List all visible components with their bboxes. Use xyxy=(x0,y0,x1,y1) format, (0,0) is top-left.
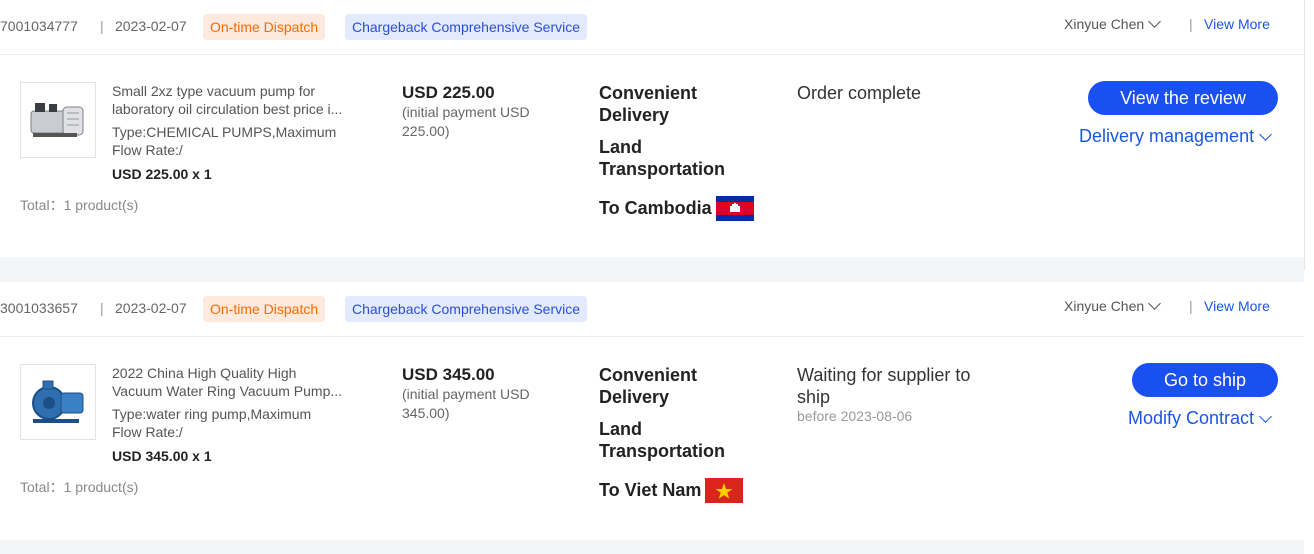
shipping-method: Convenient Delivery xyxy=(599,83,698,125)
header-separator: | xyxy=(100,300,104,316)
product-name-link[interactable]: 2022 China High Quality High Vacuum Wate… xyxy=(112,364,380,400)
owner-name: Xinyue Chen xyxy=(1064,298,1145,314)
delivery-management-dropdown[interactable]: Delivery management xyxy=(1079,126,1272,147)
modify-contract-label: Modify Contract xyxy=(1128,408,1255,428)
destination-label: To Cambodia xyxy=(599,198,712,218)
product-name-line: Vacuum Water Ring Vacuum Pump... xyxy=(112,383,343,399)
order-card: 3001033657 | 2023-02-07 On-time Dispatch… xyxy=(0,282,1304,540)
total-products: Total：1 product(s) xyxy=(20,197,139,213)
destination: To Cambodia xyxy=(599,196,754,221)
initial-payment: (initial payment USD 345.00) xyxy=(402,386,530,421)
shipping-transport: Land Transportation xyxy=(599,419,726,461)
order-number: 3001033657 xyxy=(0,300,78,316)
header-separator: | xyxy=(1189,298,1193,314)
on-time-dispatch-badge: On-time Dispatch xyxy=(203,296,326,322)
header-separator: | xyxy=(100,18,104,34)
chevron-down-icon xyxy=(1148,297,1162,310)
product-type-line: Type:water ring pump,Maximum xyxy=(112,406,312,422)
product-name-link[interactable]: Small 2xz type vacuum pump for laborator… xyxy=(112,82,380,118)
order-number: 7001034777 xyxy=(0,18,78,34)
order-header: 3001033657 | 2023-02-07 On-time Dispatch… xyxy=(0,282,1304,337)
total-products: Total：1 product(s) xyxy=(20,479,139,495)
view-more-link[interactable]: View More xyxy=(1204,16,1270,32)
order-status: Waiting for supplier to ship xyxy=(797,365,971,407)
product-type-line: Flow Rate:/ xyxy=(112,142,183,158)
shipping-transport: Land Transportation xyxy=(599,137,726,179)
product-name-line: Small 2xz type vacuum pump for xyxy=(112,83,316,99)
chevron-down-icon xyxy=(1259,409,1272,423)
chargeback-service-badge: Chargeback Comprehensive Service xyxy=(345,296,587,322)
header-separator: | xyxy=(1189,16,1193,32)
vacuum-pump-icon xyxy=(30,103,84,137)
owner-dropdown[interactable]: Xinyue Chen xyxy=(1064,297,1162,314)
product-type: Type:water ring pump,Maximum Flow Rate:/ xyxy=(112,405,380,441)
chevron-down-icon xyxy=(1259,127,1272,141)
chevron-down-icon xyxy=(1148,15,1162,28)
cambodia-flag-icon xyxy=(715,196,754,221)
order-price: USD 345.00 xyxy=(402,365,495,384)
owner-dropdown[interactable]: Xinyue Chen xyxy=(1064,15,1162,32)
modify-contract-dropdown[interactable]: Modify Contract xyxy=(1128,408,1272,429)
shipping-method: Convenient Delivery xyxy=(599,365,698,407)
order-header: 7001034777 | 2023-02-07 On-time Dispatch… xyxy=(0,0,1304,55)
order-date: 2023-02-07 xyxy=(115,300,187,316)
go-to-ship-button[interactable]: Go to ship xyxy=(1132,363,1278,397)
owner-name: Xinyue Chen xyxy=(1064,16,1145,32)
water-ring-pump-icon xyxy=(32,380,84,423)
view-more-link[interactable]: View More xyxy=(1204,298,1270,314)
order-card: 7001034777 | 2023-02-07 On-time Dispatch… xyxy=(0,0,1304,257)
scrollbar-track xyxy=(1304,0,1305,270)
order-price: USD 225.00 xyxy=(402,83,495,102)
destination-label: To Viet Nam xyxy=(599,480,702,500)
vietnam-flag-icon xyxy=(705,478,744,503)
initial-payment: (initial payment USD 225.00) xyxy=(402,104,530,139)
on-time-dispatch-badge: On-time Dispatch xyxy=(203,14,326,40)
view-review-button[interactable]: View the review xyxy=(1088,81,1278,115)
product-price-quantity: USD 225.00 x 1 xyxy=(112,166,212,182)
product-price-quantity: USD 345.00 x 1 xyxy=(112,448,212,464)
product-thumbnail[interactable] xyxy=(20,82,96,158)
order-status: Order complete xyxy=(797,83,922,103)
delivery-management-label: Delivery management xyxy=(1079,126,1255,146)
product-name-line: laboratory oil circulation best price i.… xyxy=(112,101,343,117)
product-name-line: 2022 China High Quality High xyxy=(112,365,297,381)
destination: To Viet Nam xyxy=(599,478,744,503)
chargeback-service-badge: Chargeback Comprehensive Service xyxy=(345,14,587,40)
product-type-line: Flow Rate:/ xyxy=(112,424,183,440)
order-date: 2023-02-07 xyxy=(115,18,187,34)
scrollbar[interactable] xyxy=(1304,0,1314,554)
product-type-line: Type:CHEMICAL PUMPS,Maximum xyxy=(112,124,337,140)
product-type: Type:CHEMICAL PUMPS,Maximum Flow Rate:/ xyxy=(112,123,380,159)
product-thumbnail[interactable] xyxy=(20,364,96,440)
status-deadline: before 2023-08-06 xyxy=(797,408,913,424)
